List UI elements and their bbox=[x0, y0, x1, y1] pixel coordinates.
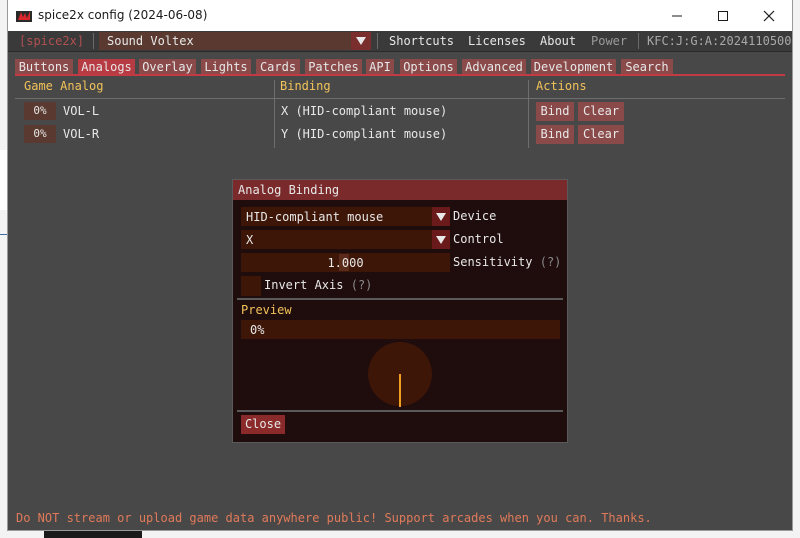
close-icon bbox=[763, 10, 775, 21]
game-select[interactable]: Sound Voltex bbox=[99, 32, 371, 50]
column-header-actions: Actions bbox=[536, 79, 587, 93]
dialog-separator bbox=[237, 410, 563, 412]
footer-warning: Do NOT stream or upload game data anywhe… bbox=[16, 511, 652, 525]
analog-binding: Y (HID-compliant mouse) bbox=[281, 127, 448, 141]
sensitivity-help-icon[interactable]: (?) bbox=[540, 255, 562, 269]
analog-name: VOL-L bbox=[63, 104, 100, 118]
column-header-game-analog: Game Analog bbox=[24, 79, 104, 93]
app-logo-icon bbox=[16, 11, 32, 22]
chevron-down-icon[interactable] bbox=[351, 32, 371, 50]
bind-button[interactable]: Bind bbox=[536, 125, 574, 144]
invert-axis-help-icon[interactable]: (?) bbox=[351, 278, 373, 292]
brand-label: [spice2x] bbox=[19, 34, 85, 48]
menu-power[interactable]: Power bbox=[591, 34, 627, 48]
desktop-background bbox=[0, 150, 8, 210]
menu-separator bbox=[93, 33, 94, 49]
analog-value: 0% bbox=[24, 102, 56, 120]
sensitivity-slider[interactable]: 1.000 bbox=[241, 253, 450, 272]
maximize-icon bbox=[718, 10, 728, 21]
bind-button[interactable]: Bind bbox=[536, 102, 574, 121]
analog-name: VOL-R bbox=[63, 127, 100, 141]
menu-licenses[interactable]: Licenses bbox=[468, 34, 526, 48]
menu-separator bbox=[377, 33, 378, 49]
minimize-icon bbox=[672, 15, 682, 16]
menu-separator bbox=[638, 33, 639, 49]
clear-button[interactable]: Clear bbox=[578, 102, 624, 121]
sensitivity-label-group: Sensitivity (?) bbox=[453, 255, 561, 269]
table-header-rule bbox=[15, 98, 785, 99]
title-bar[interactable]: spice2x config (2024-06-08) bbox=[8, 0, 792, 31]
menu-bar: [spice2x] Sound Voltex Shortcuts License… bbox=[8, 31, 792, 52]
dialog-title: Analog Binding bbox=[238, 183, 340, 197]
sensitivity-value: 1.000 bbox=[327, 256, 364, 270]
dialog-title-bar[interactable]: Analog Binding bbox=[233, 180, 567, 200]
column-header-binding: Binding bbox=[280, 79, 331, 93]
chevron-down-icon[interactable] bbox=[432, 230, 450, 249]
analog-binding: X (HID-compliant mouse) bbox=[281, 104, 448, 118]
app-window: spice2x config (2024-06-08) [spice2x] So… bbox=[8, 0, 792, 530]
device-label: Device bbox=[453, 209, 497, 223]
chevron-down-icon[interactable] bbox=[432, 207, 450, 226]
preview-progress-bar: 0% bbox=[241, 320, 560, 339]
window-title: spice2x config (2024-06-08) bbox=[38, 8, 208, 22]
analog-value: 0% bbox=[24, 125, 56, 143]
preview-label: Preview bbox=[241, 303, 292, 317]
invert-axis-label: Invert Axis bbox=[264, 278, 344, 292]
column-divider bbox=[274, 80, 275, 148]
device-select-value: HID-compliant mouse bbox=[246, 210, 384, 224]
invert-axis-label-group: Invert Axis (?) bbox=[264, 278, 372, 292]
device-select[interactable]: HID-compliant mouse bbox=[241, 207, 450, 226]
minimize-button[interactable] bbox=[654, 0, 700, 31]
dialog-separator bbox=[237, 298, 563, 300]
column-divider bbox=[528, 80, 529, 148]
desktop-divider bbox=[0, 234, 8, 235]
close-window-button[interactable] bbox=[746, 0, 792, 31]
menu-shortcuts[interactable]: Shortcuts bbox=[389, 34, 454, 48]
sensitivity-label: Sensitivity bbox=[453, 255, 533, 269]
dialog-close-button[interactable]: Close bbox=[241, 415, 285, 434]
desktop-taskbar-fragment bbox=[44, 530, 142, 538]
preview-value: 0% bbox=[250, 323, 265, 337]
control-select[interactable]: X bbox=[241, 230, 450, 249]
tab-underline bbox=[15, 74, 785, 76]
invert-axis-checkbox[interactable] bbox=[241, 276, 261, 296]
game-version-label: KFC:J:G:A:2024110500 bbox=[647, 34, 792, 48]
analog-preview-dial bbox=[368, 342, 432, 407]
clear-button[interactable]: Clear bbox=[578, 125, 624, 144]
game-select-value: Sound Voltex bbox=[107, 34, 194, 48]
maximize-button[interactable] bbox=[700, 0, 746, 31]
control-label: Control bbox=[453, 232, 504, 246]
menu-about[interactable]: About bbox=[540, 34, 576, 48]
control-select-value: X bbox=[246, 233, 254, 247]
